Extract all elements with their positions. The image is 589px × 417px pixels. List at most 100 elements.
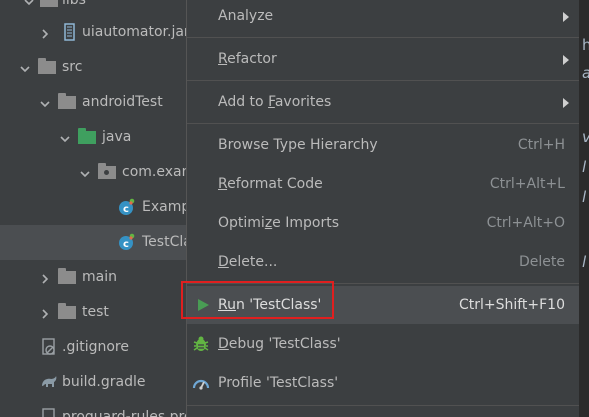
profile-gauge-icon bbox=[192, 375, 210, 397]
tree-row-androidtest[interactable]: androidTest bbox=[0, 85, 190, 120]
shortcut-hint: Ctrl+Alt+O bbox=[486, 215, 565, 231]
tree-item-label: proguard-rules.pro bbox=[62, 409, 190, 417]
tree-item-label: Examp bbox=[142, 199, 190, 215]
class-icon: c bbox=[118, 198, 136, 216]
menu-item-delete[interactable]: Delete... Delete bbox=[187, 243, 579, 281]
menu-item-profile-testclass[interactable]: Profile 'TestClass' bbox=[187, 364, 579, 402]
tree-item-label: uiautomator.jar bbox=[82, 24, 190, 40]
tree-row-testclass[interactable]: c TestCla bbox=[0, 225, 190, 260]
label-text: efactor bbox=[227, 51, 277, 67]
shortcut-hint: Ctrl+Shift+F10 bbox=[458, 297, 565, 313]
folder-icon bbox=[58, 93, 76, 111]
tree-item-label: main bbox=[82, 269, 117, 285]
tree-item-label: libs bbox=[62, 0, 86, 8]
folder-icon bbox=[38, 58, 56, 76]
menu-separator bbox=[187, 123, 579, 124]
tree-item-label: java bbox=[102, 129, 132, 145]
shortcut-hint: Ctrl+H bbox=[517, 137, 565, 153]
menu-item-reformat-code[interactable]: Reformat Code Ctrl+Alt+L bbox=[187, 165, 579, 203]
tree-item-label: androidTest bbox=[82, 94, 163, 110]
menu-separator bbox=[187, 37, 579, 38]
shortcut-hint: Delete bbox=[519, 254, 565, 270]
project-tree: libs uiautomator.jar src androidTest jav… bbox=[0, 0, 190, 417]
menu-item-add-to-favorites[interactable]: Add to Favorites bbox=[187, 83, 579, 121]
code-fragment: l bbox=[582, 253, 587, 271]
code-fragment: v bbox=[582, 128, 589, 146]
jar-icon bbox=[60, 23, 78, 41]
code-editor[interactable]: h a v l l l bbox=[578, 0, 589, 417]
tree-row-java[interactable]: java bbox=[0, 120, 190, 155]
debug-bug-icon bbox=[192, 335, 210, 357]
source-folder-icon bbox=[78, 128, 96, 146]
tree-row-uiautomator-jar[interactable]: uiautomator.jar bbox=[0, 15, 190, 50]
folder-icon bbox=[40, 0, 58, 9]
folder-icon bbox=[58, 303, 76, 321]
menu-item-label: Analyze bbox=[218, 8, 274, 24]
submenu-arrow-icon bbox=[563, 55, 569, 65]
menu-item-debug-testclass[interactable]: Debug 'TestClass' bbox=[187, 325, 579, 363]
chevron-right-icon[interactable] bbox=[40, 307, 50, 319]
chevron-down-icon[interactable] bbox=[60, 132, 70, 143]
tree-row-example-class[interactable]: c Examp bbox=[0, 190, 190, 225]
menu-item-browse-type-hierarchy[interactable]: Browse Type Hierarchy Ctrl+H bbox=[187, 126, 579, 164]
code-fragment: h bbox=[582, 36, 589, 54]
menu-item-label: Optimize Imports bbox=[218, 215, 339, 231]
tree-row-src[interactable]: src bbox=[0, 50, 190, 85]
chevron-down-icon[interactable] bbox=[80, 167, 90, 178]
tree-item-label: test bbox=[82, 304, 109, 320]
code-fragment: l bbox=[582, 158, 587, 176]
tree-row-test[interactable]: test bbox=[0, 295, 190, 330]
tree-row-package[interactable]: com.exam bbox=[0, 155, 190, 190]
folder-icon bbox=[58, 268, 76, 286]
mnemonic-letter: D bbox=[218, 254, 229, 270]
menu-separator bbox=[187, 80, 579, 81]
tree-item-label: src bbox=[62, 59, 83, 75]
label-text: ebug 'TestClass' bbox=[228, 336, 341, 352]
label-text: eformat Code bbox=[227, 176, 323, 192]
tree-item-label: .gitignore bbox=[62, 339, 129, 355]
mnemonic-letter: F bbox=[268, 94, 275, 110]
label-text: elete... bbox=[228, 254, 278, 270]
label-text: Optimi bbox=[218, 215, 265, 231]
menu-item-label: Debug 'TestClass' bbox=[218, 336, 341, 352]
gradle-icon bbox=[40, 373, 58, 391]
tree-item-label: TestCla bbox=[142, 234, 190, 250]
menu-separator bbox=[187, 405, 579, 406]
tree-row-proguard[interactable]: proguard-rules.pro bbox=[0, 400, 190, 417]
menu-item-refactor[interactable]: Refactor bbox=[187, 40, 579, 78]
package-icon bbox=[98, 163, 116, 181]
menu-item-optimize-imports[interactable]: Optimize Imports Ctrl+Alt+O bbox=[187, 204, 579, 242]
tree-item-label: com.exam bbox=[122, 164, 190, 180]
menu-item-label: Browse Type Hierarchy bbox=[218, 137, 378, 153]
chevron-right-icon[interactable] bbox=[40, 27, 50, 39]
context-menu: Analyze Refactor Add to Favorites Browse… bbox=[186, 0, 579, 417]
submenu-arrow-icon bbox=[563, 98, 569, 108]
tree-row-main[interactable]: main bbox=[0, 260, 190, 295]
mnemonic-letter: R bbox=[218, 51, 228, 67]
ignore-file-icon bbox=[40, 338, 58, 356]
mnemonic-letter: R bbox=[218, 176, 228, 192]
code-fragment: l bbox=[582, 188, 587, 206]
label-text: Add to bbox=[218, 94, 269, 110]
chevron-down-icon[interactable] bbox=[24, 0, 34, 6]
code-fragment: a bbox=[582, 64, 589, 82]
svg-text:c: c bbox=[123, 239, 129, 250]
tree-row-build-gradle[interactable]: build.gradle bbox=[0, 365, 190, 400]
chevron-right-icon[interactable] bbox=[40, 272, 50, 284]
label-text: e Imports bbox=[272, 215, 339, 231]
submenu-arrow-icon bbox=[563, 12, 569, 22]
highlight-box bbox=[181, 281, 334, 319]
menu-item-analyze[interactable]: Analyze bbox=[187, 0, 579, 36]
menu-item-label: Add to Favorites bbox=[218, 94, 331, 110]
shortcut-hint: Ctrl+Alt+L bbox=[489, 176, 565, 192]
menu-item-label: Reformat Code bbox=[218, 176, 323, 192]
menu-item-label: Profile 'TestClass' bbox=[218, 375, 339, 391]
svg-text:c: c bbox=[123, 204, 129, 215]
chevron-down-icon[interactable] bbox=[40, 97, 50, 108]
class-icon: c bbox=[118, 233, 136, 251]
file-icon bbox=[40, 408, 58, 417]
tree-row-gitignore[interactable]: .gitignore bbox=[0, 330, 190, 365]
chevron-down-icon[interactable] bbox=[20, 62, 30, 73]
mnemonic-letter: D bbox=[218, 336, 229, 352]
menu-item-label: Delete... bbox=[218, 254, 277, 270]
